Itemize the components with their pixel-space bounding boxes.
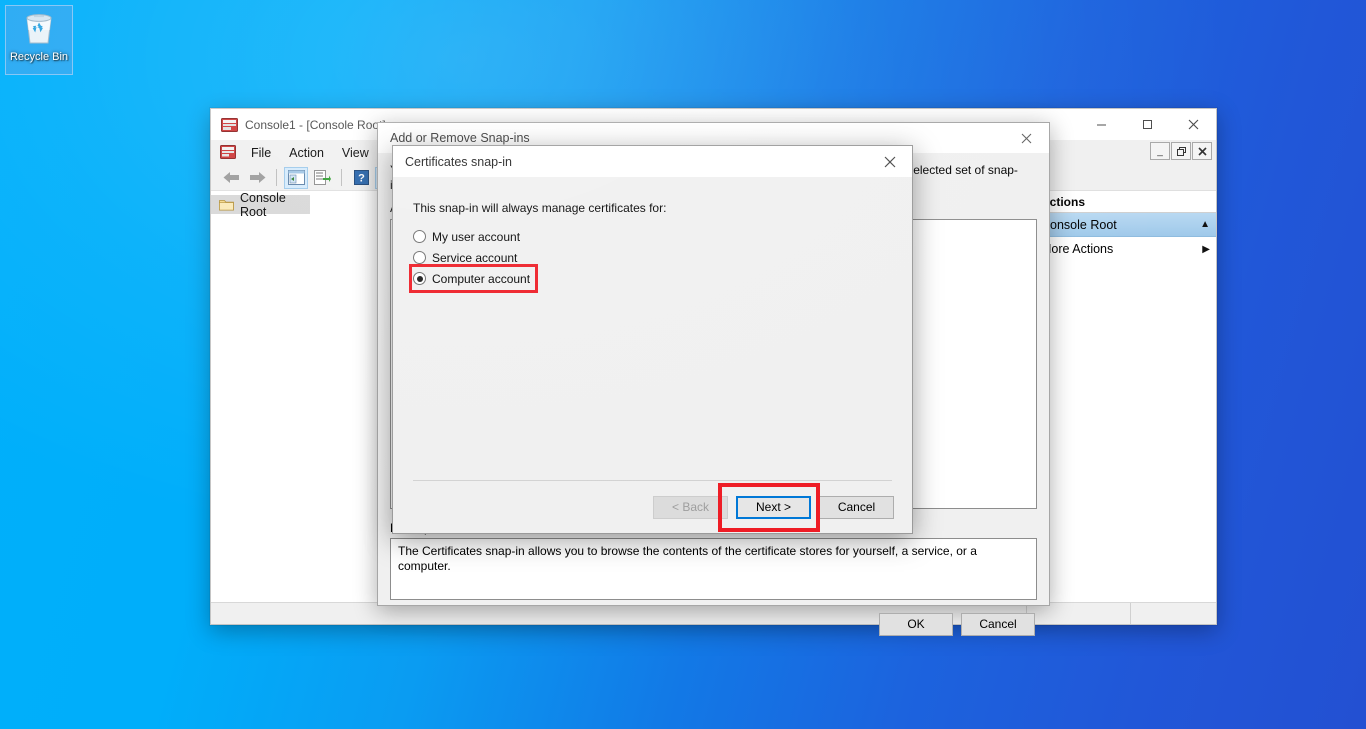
add-remove-footer: OK Cancel: [378, 600, 1049, 648]
radio-icon: [413, 251, 426, 264]
folder-icon: [219, 198, 234, 211]
radio-my-user-account[interactable]: My user account: [413, 226, 524, 247]
radio-label: My user account: [432, 229, 521, 244]
radio-label: Service account: [432, 250, 518, 265]
mdi-minimize-button[interactable]: _: [1150, 142, 1170, 160]
maximize-button[interactable]: [1124, 109, 1170, 140]
action-item-more-actions[interactable]: More Actions ▶: [1033, 237, 1216, 261]
actions-pane: Actions Console Root ▲ More Actions ▶: [1032, 191, 1216, 602]
mmc-console-icon: [221, 117, 238, 133]
radio-label: Computer account: [432, 271, 531, 286]
toolbar-separator: [341, 169, 342, 186]
minimize-button[interactable]: [1078, 109, 1124, 140]
certificates-titlebar: Certificates snap-in: [393, 146, 912, 177]
svg-text:?: ?: [358, 173, 365, 185]
back-button: < Back: [653, 495, 728, 519]
certificates-dialog-title: Certificates snap-in: [405, 154, 512, 169]
toolbar-separator: [276, 169, 277, 186]
menu-action[interactable]: Action: [280, 143, 333, 163]
next-button-annotation: Next >: [718, 482, 820, 532]
certificates-prompt: This snap-in will always manage certific…: [413, 201, 667, 215]
help-question-icon[interactable]: ?: [349, 167, 373, 189]
cancel-button[interactable]: Cancel: [819, 495, 894, 519]
close-button[interactable]: [1170, 109, 1216, 140]
radio-icon-selected: [413, 272, 426, 285]
desktop-icon-label: Recycle Bin: [9, 51, 69, 63]
menu-view[interactable]: View: [333, 143, 378, 163]
menu-file[interactable]: File: [242, 143, 280, 163]
mdi-window-controls: _: [1150, 142, 1212, 160]
mmc-window-title: Console1 - [Console Root]: [245, 117, 386, 132]
chevron-up-icon: ▲: [1200, 219, 1210, 230]
radio-service-account[interactable]: Service account: [413, 247, 521, 268]
mdi-close-button[interactable]: [1192, 142, 1212, 160]
arrow-right-icon[interactable]: [245, 167, 269, 189]
next-button[interactable]: Next >: [736, 495, 811, 519]
action-item-label: Console Root: [1041, 217, 1117, 232]
description-text: The Certificates snap-in allows you to b…: [390, 538, 1037, 600]
close-icon[interactable]: [867, 146, 912, 177]
radio-icon: [413, 230, 426, 243]
recycle-bin-icon: [22, 10, 56, 49]
desktop-background: Recycle Bin Console1 - [Console Root] Fi…: [0, 0, 1366, 729]
export-list-icon[interactable]: [310, 167, 334, 189]
certificates-snapin-dialog: Certificates snap-in This snap-in will a…: [392, 145, 913, 534]
desktop-icon-recycle-bin[interactable]: Recycle Bin: [5, 5, 73, 75]
console-tree-icon[interactable]: [284, 166, 308, 189]
mmc-document-icon: [220, 145, 236, 160]
console-tree-pane: Console Root: [211, 191, 386, 602]
add-remove-title: Add or Remove Snap-ins: [390, 131, 530, 145]
statusbar-cell-3: [1131, 603, 1216, 624]
close-icon[interactable]: [1004, 123, 1049, 153]
certificates-dialog-footer: < Back Next > Cancel: [393, 481, 912, 533]
chevron-right-icon: ▶: [1202, 243, 1210, 255]
arrow-left-icon[interactable]: [219, 167, 243, 189]
certificates-dialog-body: This snap-in will always manage certific…: [393, 177, 912, 480]
window-controls: [1078, 109, 1216, 140]
radio-computer-account[interactable]: Computer account: [408, 264, 539, 293]
mdi-restore-button[interactable]: [1171, 142, 1191, 160]
tree-node-console-root[interactable]: Console Root: [211, 191, 310, 219]
action-item-label: More Actions: [1041, 242, 1114, 256]
tree-node-label: Console Root: [240, 190, 286, 219]
cancel-button[interactable]: Cancel: [961, 612, 1035, 636]
actions-pane-header: Actions: [1033, 191, 1216, 213]
action-item-console-root[interactable]: Console Root ▲: [1033, 213, 1216, 237]
ok-button[interactable]: OK: [879, 612, 953, 636]
